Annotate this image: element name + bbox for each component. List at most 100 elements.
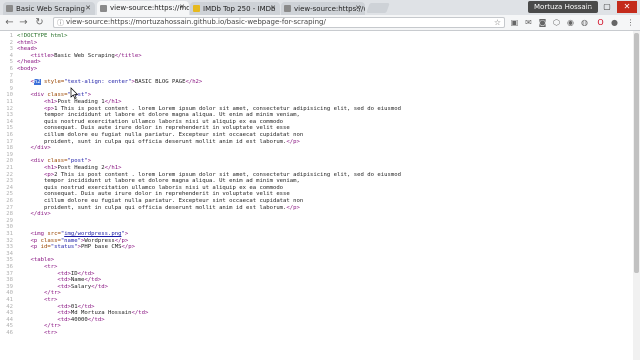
source-token: Basic Web Scraping: [54, 52, 115, 59]
imdb-icon: [193, 5, 200, 12]
source-token: Post Heading 1: [57, 99, 105, 105]
page-icon: [100, 4, 107, 12]
source-code: consequat. Duis aute irure dolor in repr…: [17, 191, 290, 198]
tab-title: view-source:https://mortuzahossain.githu…: [110, 4, 189, 12]
source-line: 41 <tr>: [0, 297, 630, 304]
source-token: </p>: [286, 138, 300, 145]
source-code: <td>ID</td>: [17, 271, 94, 278]
close-window-button[interactable]: ✕: [617, 1, 637, 13]
bookmark-star-icon[interactable]: ☆: [494, 18, 501, 27]
page-icon: [6, 5, 13, 12]
tab-view-source-imdb[interactable]: view-source:https://www.imdb.com/chart/t…: [281, 2, 365, 15]
source-line: 35 <table>: [0, 257, 630, 264]
source-line: 24 quis nostrud exercitation ullamco lab…: [0, 185, 630, 192]
scrollbar-thumb[interactable]: [634, 33, 639, 273]
close-icon[interactable]: ✕: [179, 3, 185, 11]
source-token: [17, 211, 30, 217]
maximize-button[interactable]: ▢: [599, 1, 615, 13]
source-token: <head>: [17, 46, 38, 53]
source-code: <div class="post">: [17, 158, 91, 165]
source-token: Salary: [70, 283, 92, 290]
info-icon[interactable]: ⓘ: [57, 19, 64, 28]
source-token: [17, 277, 57, 283]
source-token: <!DOCTYPE html>: [17, 33, 68, 39]
source-token: <h1>: [43, 99, 58, 105]
tab-title: Basic Web Scraping: [16, 4, 85, 13]
extension-icon[interactable]: ▣: [510, 18, 519, 27]
source-token: [17, 297, 44, 303]
source-token: >: [124, 231, 129, 237]
source-token: 01: [70, 303, 78, 310]
camera-icon[interactable]: ◙: [538, 18, 547, 27]
line-number: 37: [6, 270, 13, 277]
source-token: tempor incididunt ut labore et dolore ma…: [17, 178, 300, 185]
source-token: [17, 264, 44, 270]
source-token: [17, 145, 30, 151]
line-number: 9: [9, 85, 13, 92]
extension-icon[interactable]: ◍: [580, 18, 589, 27]
tab-view-source-mortuza[interactable]: view-source:https://mortuzahossain.githu…: [97, 1, 189, 15]
close-icon[interactable]: ✕: [355, 4, 361, 12]
vertical-scrollbar[interactable]: [633, 31, 640, 360]
address-bar[interactable]: ⓘ view-source:https://mortuzahossain.git…: [53, 17, 505, 28]
source-line: 18 </div>: [0, 145, 630, 152]
source-token: </div>: [30, 211, 51, 218]
line-number: 32: [6, 237, 13, 244]
extension-icon[interactable]: ◉: [566, 18, 575, 27]
source-code: proident, sunt in culpa qui officia dese…: [17, 139, 300, 146]
source-line: 19: [0, 152, 630, 159]
source-link[interactable]: img/wordpress.png: [64, 231, 121, 237]
line-number: 31: [6, 231, 13, 237]
source-token: <td>: [57, 310, 71, 317]
reload-icon[interactable]: ↻: [34, 17, 45, 28]
line-number: 21: [6, 165, 13, 171]
source-line: 44 <td>40000</td>: [0, 317, 630, 324]
source-token: <html>: [17, 39, 38, 46]
source-line: 27 proident, sunt in culpa qui officia d…: [0, 205, 630, 212]
extension-icon[interactable]: ⬡: [552, 18, 561, 27]
source-code: <td>01</td>: [17, 303, 94, 311]
back-arrow-icon[interactable]: ←: [4, 17, 15, 28]
source-token: <div: [30, 92, 44, 99]
extension-icon[interactable]: ✉: [524, 18, 533, 27]
source-token: [17, 304, 57, 310]
browser-toolbar: ← → ↻ ⓘ view-source:https://mortuzahossa…: [0, 15, 640, 31]
opera-icon[interactable]: O: [596, 18, 605, 27]
line-number: 30: [6, 224, 13, 231]
source-line: 39 <td>Salary</td>: [0, 284, 630, 291]
line-number: 1: [9, 33, 13, 39]
close-icon[interactable]: ✕: [270, 4, 276, 12]
source-token: proident, sunt in culpa qui officia dese…: [17, 138, 287, 145]
source-line: 10 <div class="post">: [0, 92, 630, 99]
source-code: consequat. Duis aute irure dolor in repr…: [17, 125, 290, 132]
tab-title: IMDb Top 250 - IMDb: [203, 4, 276, 13]
source-token: >: [87, 158, 92, 165]
tab-imdb-top-250[interactable]: IMDb Top 250 - IMDb ✕: [190, 2, 280, 15]
tab-basic-web-scraping[interactable]: Basic Web Scraping ✕: [3, 2, 95, 15]
page-icon: [284, 5, 291, 12]
forward-arrow-icon[interactable]: →: [18, 17, 29, 28]
close-icon[interactable]: ✕: [85, 4, 91, 12]
source-code: tempor incididunt ut labore et dolore ma…: [17, 178, 300, 185]
source-token: h2: [33, 79, 41, 86]
minimize-button[interactable]: –: [582, 1, 598, 13]
source-token: <img: [30, 231, 44, 237]
line-number: 22: [6, 171, 13, 178]
new-tab-button[interactable]: [366, 3, 390, 13]
source-token: [17, 231, 30, 237]
source-line: 6 <body>: [0, 66, 630, 73]
source-token: <p>: [43, 105, 55, 112]
menu-icon[interactable]: ⋮: [626, 18, 635, 27]
source-line: 26 cillum dolore eu fugiat nulla pariatu…: [0, 198, 630, 205]
line-number: 15: [6, 125, 13, 132]
source-line: 3 <head>: [0, 46, 630, 53]
view-source-content[interactable]: 1 <!DOCTYPE html> 2 <html> 3 <head> 4 <title>B…: [0, 31, 640, 360]
source-code: <h2 style="text-align: center">BASIC BLO…: [17, 79, 202, 86]
line-number: 17: [6, 138, 13, 145]
source-token: "text-align: center": [64, 79, 132, 86]
source-token: quis nostrud exercitation ullamco labori…: [17, 118, 284, 125]
extension-icon[interactable]: ●: [610, 18, 619, 27]
source-token: <p>: [43, 171, 55, 178]
source-line: 16 cillum dolore eu fugiat nulla pariatu…: [0, 132, 630, 139]
line-number: 3: [9, 46, 13, 53]
